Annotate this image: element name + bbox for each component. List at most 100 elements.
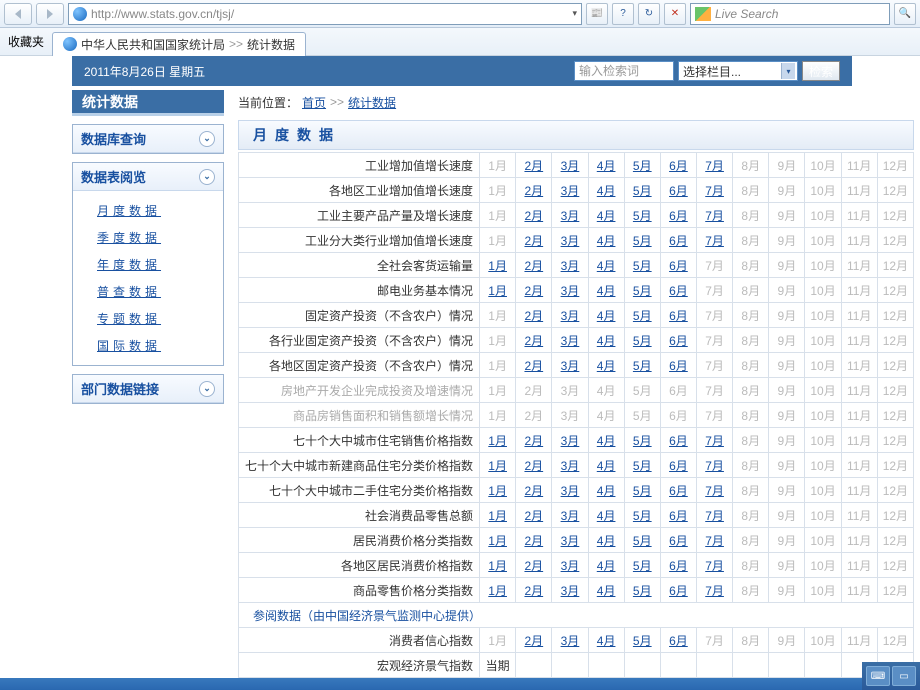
feed-button[interactable]: 📰 <box>586 3 608 25</box>
month-cell[interactable]: 1月 <box>480 578 516 603</box>
month-cell[interactable]: 3月 <box>552 528 588 553</box>
ime-button[interactable]: ⌨ <box>866 666 890 686</box>
month-cell[interactable]: 7月 <box>697 228 733 253</box>
month-cell[interactable]: 3月 <box>552 228 588 253</box>
month-cell[interactable]: 2月 <box>516 303 552 328</box>
month-cell[interactable]: 2月 <box>516 278 552 303</box>
sidebar-link[interactable]: 月度数据 <box>97 204 161 218</box>
month-cell[interactable]: 4月 <box>588 503 624 528</box>
month-cell[interactable]: 6月 <box>660 353 696 378</box>
forward-button[interactable] <box>36 3 64 25</box>
sidebar-item[interactable]: 月度数据 <box>73 197 223 224</box>
tray-button[interactable]: ▭ <box>892 666 916 686</box>
month-cell[interactable]: 1月 <box>480 503 516 528</box>
month-cell[interactable]: 4月 <box>588 328 624 353</box>
month-cell[interactable]: 4月 <box>588 228 624 253</box>
month-cell[interactable]: 2月 <box>516 578 552 603</box>
month-cell[interactable]: 5月 <box>624 303 660 328</box>
month-cell[interactable]: 6月 <box>660 228 696 253</box>
refresh-button[interactable]: ↻ <box>638 3 660 25</box>
month-cell[interactable]: 6月 <box>660 253 696 278</box>
month-cell[interactable]: 5月 <box>624 553 660 578</box>
sidebar-header-links[interactable]: 部门数据链接 ⌄ <box>73 375 223 403</box>
month-cell[interactable]: 7月 <box>697 478 733 503</box>
search-go-button[interactable]: 🔍 <box>894 3 916 25</box>
month-cell[interactable]: 4月 <box>588 353 624 378</box>
month-cell[interactable]: 3月 <box>552 553 588 578</box>
month-cell[interactable]: 7月 <box>697 503 733 528</box>
month-cell[interactable]: 6月 <box>660 528 696 553</box>
help-button[interactable]: ? <box>612 3 634 25</box>
month-cell[interactable]: 5月 <box>624 228 660 253</box>
month-cell[interactable]: 3月 <box>552 178 588 203</box>
sidebar-item[interactable]: 年度数据 <box>73 251 223 278</box>
month-cell[interactable]: 2月 <box>516 228 552 253</box>
sidebar-link[interactable]: 年度数据 <box>97 258 161 272</box>
month-cell[interactable]: 2月 <box>516 353 552 378</box>
month-cell[interactable]: 6月 <box>660 453 696 478</box>
month-cell[interactable]: 7月 <box>697 203 733 228</box>
month-cell[interactable]: 6月 <box>660 503 696 528</box>
month-cell[interactable]: 3月 <box>552 153 588 178</box>
month-cell[interactable]: 2月 <box>516 503 552 528</box>
month-cell[interactable]: 2月 <box>516 203 552 228</box>
month-cell[interactable]: 5月 <box>624 478 660 503</box>
month-cell[interactable]: 4月 <box>588 253 624 278</box>
sidebar-item[interactable]: 国际数据 <box>73 332 223 359</box>
month-cell[interactable]: 3月 <box>552 253 588 278</box>
month-cell[interactable]: 5月 <box>624 503 660 528</box>
browser-search[interactable]: Live Search <box>690 3 890 25</box>
month-cell[interactable]: 3月 <box>552 478 588 503</box>
month-cell[interactable]: 7月 <box>697 553 733 578</box>
month-cell[interactable]: 5月 <box>624 528 660 553</box>
month-cell[interactable]: 2月 <box>516 178 552 203</box>
month-cell[interactable]: 5月 <box>624 203 660 228</box>
month-cell[interactable]: 4月 <box>588 178 624 203</box>
month-cell[interactable]: 5月 <box>624 253 660 278</box>
breadcrumb-home[interactable]: 首页 <box>302 94 326 111</box>
month-cell[interactable]: 5月 <box>624 153 660 178</box>
month-cell[interactable]: 5月 <box>624 178 660 203</box>
favorites-label[interactable]: 收藏夹 <box>8 33 44 50</box>
sidebar-header-tables[interactable]: 数据表阅览 ⌄ <box>73 163 223 191</box>
month-cell[interactable]: 2月 <box>516 628 552 653</box>
site-search-input[interactable]: 输入检索词 <box>574 61 674 81</box>
address-bar[interactable]: http://www.stats.gov.cn/tjsj/ ▾ <box>68 3 582 25</box>
month-cell[interactable]: 6月 <box>660 328 696 353</box>
month-cell[interactable]: 3月 <box>552 278 588 303</box>
month-cell[interactable]: 6月 <box>660 303 696 328</box>
month-cell[interactable]: 3月 <box>552 303 588 328</box>
month-cell[interactable]: 1月 <box>480 453 516 478</box>
month-cell[interactable]: 2月 <box>516 428 552 453</box>
month-cell[interactable]: 6月 <box>660 553 696 578</box>
month-cell[interactable]: 2月 <box>516 253 552 278</box>
sidebar-item[interactable]: 普查数据 <box>73 278 223 305</box>
month-cell[interactable]: 7月 <box>697 528 733 553</box>
month-cell[interactable]: 2月 <box>516 528 552 553</box>
month-cell[interactable]: 4月 <box>588 528 624 553</box>
month-cell[interactable]: 5月 <box>624 328 660 353</box>
month-cell[interactable]: 3月 <box>552 203 588 228</box>
month-cell[interactable]: 5月 <box>624 353 660 378</box>
stop-button[interactable]: ✕ <box>664 3 686 25</box>
month-cell[interactable]: 3月 <box>552 428 588 453</box>
month-cell[interactable]: 3月 <box>552 328 588 353</box>
sidebar-item[interactable]: 专题数据 <box>73 305 223 332</box>
month-cell[interactable]: 3月 <box>552 503 588 528</box>
month-cell[interactable]: 4月 <box>588 278 624 303</box>
month-cell[interactable]: 5月 <box>624 628 660 653</box>
sidebar-link[interactable]: 国际数据 <box>97 339 161 353</box>
month-cell[interactable]: 4月 <box>588 203 624 228</box>
month-cell[interactable]: 3月 <box>552 578 588 603</box>
back-button[interactable] <box>4 3 32 25</box>
month-cell[interactable]: 1月 <box>480 253 516 278</box>
month-cell[interactable]: 5月 <box>624 278 660 303</box>
month-cell[interactable]: 5月 <box>624 453 660 478</box>
month-cell[interactable]: 7月 <box>697 153 733 178</box>
breadcrumb-current[interactable]: 统计数据 <box>348 94 396 111</box>
month-cell[interactable]: 2月 <box>516 553 552 578</box>
sidebar-header-db[interactable]: 数据库查询 ⌄ <box>73 125 223 153</box>
month-cell[interactable]: 2月 <box>516 478 552 503</box>
sidebar-link[interactable]: 季度数据 <box>97 231 161 245</box>
month-cell[interactable]: 1月 <box>480 428 516 453</box>
